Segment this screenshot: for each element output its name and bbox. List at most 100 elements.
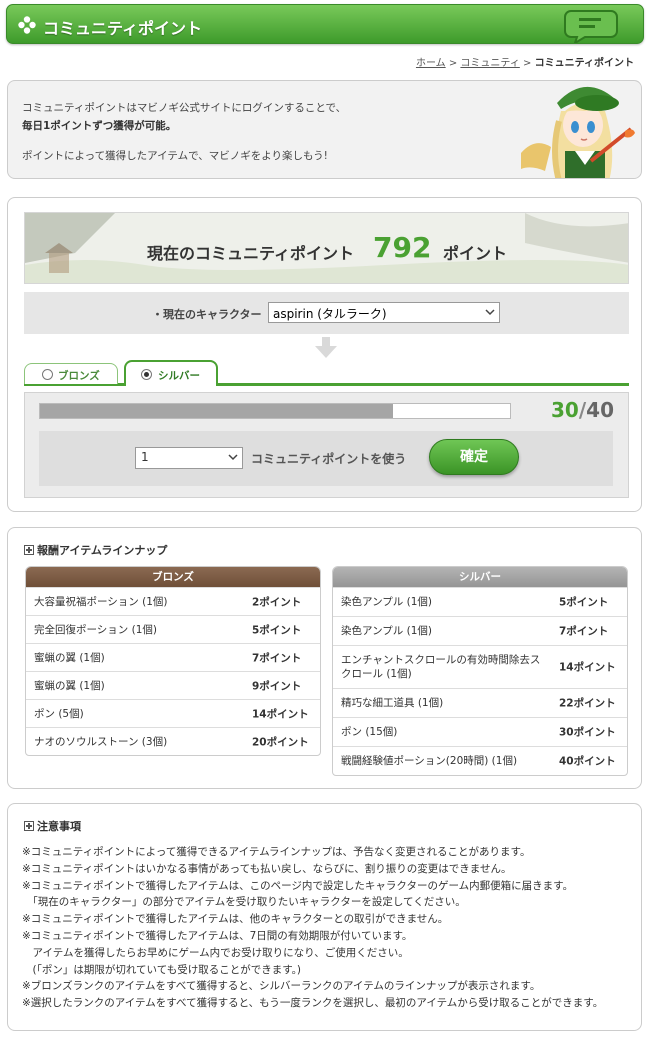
progress-current: 30 [551, 398, 579, 422]
note-line: ※コミュニティポイントで獲得したアイテムは、このページ内で設定したキャラクターの… [22, 879, 574, 892]
confirm-button[interactable]: 確定 [429, 439, 519, 475]
notes-title: 注意事項 [24, 818, 81, 834]
reward-item-name: 完全回復ポーション (1個) [34, 624, 158, 636]
reward-item-name: ポン (15個) [341, 726, 398, 738]
intro-text: コミュニティポイントはマビノギ公式サイトにログインすることで、 [22, 102, 347, 114]
tab-bronze[interactable]: ブロンズ [24, 363, 118, 384]
intro-highlight: 毎日1ポイントずつ獲得が可能。 [22, 120, 177, 132]
reward-item-name: ポン (5個) [34, 708, 84, 720]
note-line: ※コミュニティポイントで獲得したアイテムは、7日間の有効期限が付いています。 [22, 929, 413, 942]
tab-label: ブロンズ [58, 370, 100, 382]
intro-box: コミュニティポイントはマビノギ公式サイトにログインすることで、 毎日1ポイントず… [7, 80, 642, 179]
reward-row: ナオのソウルストーン (3個) 20ポイント [26, 727, 320, 755]
notes-section: 注意事項 ※コミュニティポイントによって獲得できるアイテムラインナップは、予告な… [7, 803, 642, 1031]
reward-row: エンチャントスクロールの有効時間除去スクロール (1個) 14ポイント [333, 645, 627, 688]
tab-silver[interactable]: シルバー [124, 360, 218, 386]
radio-selected-icon [141, 369, 152, 380]
intro-text: ポイントによって獲得したアイテムで、マビノギをより楽しもう! [22, 150, 328, 162]
progress-bar-fill [40, 404, 393, 418]
mascot-character-illustration [521, 86, 635, 178]
tab-label: シルバー [158, 370, 200, 382]
reward-item-points: 30ポイント [559, 726, 616, 739]
reward-row: 蜜蝋の翼 (1個) 7ポイント [26, 643, 320, 671]
reward-item-points: 22ポイント [559, 697, 616, 710]
reward-row: 完全回復ポーション (1個) 5ポイント [26, 615, 320, 643]
note-line: ※コミュニティポイントで獲得したアイテムは、他のキャラクターとの取引ができません… [22, 913, 449, 926]
reward-row: 大容量祝福ポーション (1個) 2ポイント [26, 587, 320, 615]
reward-item-points: 40ポイント [559, 755, 616, 768]
reward-item-name: ナオのソウルストーン (3個) [34, 736, 168, 748]
reward-item-name: 染色アンプル (1個) [341, 596, 432, 608]
reward-item-name: 戦闘経験値ポーション(20時間) (1個) [341, 755, 518, 767]
quantity-selected-value: 1 [141, 450, 149, 464]
reward-lineup-title: 報酬アイテムラインナップ [24, 542, 167, 558]
reward-item-points: 5ポイント [252, 624, 302, 636]
radio-unselected-icon [42, 369, 53, 380]
page-title: コミュニティポイント [43, 19, 203, 38]
silver-table-header: シルバー [333, 567, 627, 587]
reward-row: 蜜蝋の翼 (1個) 9ポイント [26, 671, 320, 699]
section-title-text: 注意事項 [37, 820, 81, 833]
reward-lineup-section: 報酬アイテムラインナップ ブロンズ 大容量祝福ポーション (1個) 2ポイント完全… [7, 527, 642, 789]
breadcrumb-community-link[interactable]: コミュニティ [460, 58, 519, 69]
breadcrumb-current: コミュニティポイント [534, 58, 634, 69]
section-title-text: 報酬アイテムラインナップ [37, 544, 168, 557]
reward-item-points: 5ポイント [559, 596, 609, 609]
reward-item-name: 大容量祝福ポーション (1個) [34, 596, 168, 608]
quantity-select[interactable]: 1 [135, 447, 243, 469]
breadcrumb-separator: > [523, 58, 532, 69]
community-point-panel: 現在のコミュニティポイント 792 ポイント ・現在のキャラクター aspiri… [7, 197, 642, 512]
chat-bubble-icon [564, 10, 618, 43]
note-line: ※コミュニティポイントによって獲得できるアイテムラインナップは、予告なく変更され… [22, 846, 531, 858]
section-bullet-icon [24, 545, 34, 555]
breadcrumb-home-link[interactable]: ホーム [416, 58, 446, 69]
note-line: (「ポン」は期限が切れていても受け取ることができます。) [22, 963, 301, 976]
character-label: ・現在のキャラクター [152, 308, 262, 321]
reward-item-name: 精巧な細工道具 (1個) [341, 697, 444, 709]
reward-item-points: 20ポイント [252, 736, 309, 748]
use-points-label: コミュニティポイントを使う [251, 452, 407, 466]
reward-row: 戦闘経験値ポーション(20時間) (1個) 40ポイント [333, 746, 627, 775]
character-row: ・現在のキャラクター aspirin (タルラーク) [24, 292, 629, 334]
note-line: ※選択したランクのアイテムをすべて獲得すると、もう一度ランクを選択し、最初のアイ… [22, 997, 604, 1010]
character-select[interactable]: aspirin (タルラーク) [268, 302, 500, 323]
bronze-reward-table: ブロンズ 大容量祝福ポーション (1個) 2ポイント完全回復ポーション (1個) 5… [25, 566, 321, 756]
character-selected-value: aspirin (タルラーク) [273, 307, 387, 321]
reward-row: 染色アンプル (1個) 7ポイント [333, 616, 627, 645]
reward-item-points: 2ポイント [252, 596, 302, 608]
chevron-down-icon [485, 309, 495, 316]
progress-count: 30/40 [551, 398, 614, 422]
breadcrumb: ホーム > コミュニティ > コミュニティポイント [416, 54, 634, 69]
bronze-table-header: ブロンズ [26, 567, 320, 587]
reward-item-name: 蜜蝋の翼 (1個) [34, 652, 105, 664]
reward-row: 染色アンプル (1個) 5ポイント [333, 587, 627, 616]
note-line: ※コミュニティポイントはいかなる事情があっても払い戻し、ならびに、割り振りの変更… [22, 862, 512, 875]
section-bullet-icon [24, 821, 34, 831]
points-unit: ポイント [443, 244, 508, 263]
silver-reward-table: シルバー 染色アンプル (1個) 5ポイント 染色アンプル (1個) 7ポイント エンチ… [332, 566, 628, 776]
note-line: アイテムを獲得したらお早めにゲーム内でお受け取りになり、ご使用ください。 [22, 946, 409, 959]
page-header: コミュニティポイント [6, 4, 644, 44]
reward-item-name: 蜜蝋の翼 (1個) [34, 680, 105, 692]
reward-item-points: 14ポイント [559, 661, 616, 674]
reward-row: ポン (5個) 14ポイント [26, 699, 320, 727]
progress-max: 40 [586, 398, 614, 422]
notes-list: ※コミュニティポイントによって獲得できるアイテムラインナップは、予告なく変更され… [22, 844, 603, 1012]
progress-bar [39, 403, 511, 419]
progress-area: 30/40 1 コミュニティポイントを使う 確定 [24, 392, 629, 498]
reward-item-name: エンチャントスクロールの有効時間除去スクロール (1個) [341, 654, 541, 680]
points-banner: 現在のコミュニティポイント 792 ポイント [24, 212, 629, 284]
note-line: ※ブロンズランクのアイテムをすべて獲得すると、シルバーランクのアイテムのラインナ… [22, 980, 541, 993]
reward-row: 精巧な細工道具 (1個) 22ポイント [333, 688, 627, 717]
community-icon [18, 16, 36, 34]
arrow-down-icon [315, 337, 337, 358]
reward-item-points: 7ポイント [559, 625, 609, 638]
current-points-label: 現在のコミュニティポイント [147, 244, 355, 263]
reward-row: ポン (15個) 30ポイント [333, 717, 627, 746]
breadcrumb-separator: > [448, 58, 458, 69]
note-line: 「現在のキャラクター」の部分でアイテムを受け取りたいキャラクターを設定してくださ… [22, 896, 466, 909]
reward-item-points: 7ポイント [252, 652, 302, 664]
reward-item-points: 9ポイント [252, 680, 302, 692]
current-points-value: 792 [373, 231, 432, 264]
chevron-down-icon [228, 454, 238, 461]
